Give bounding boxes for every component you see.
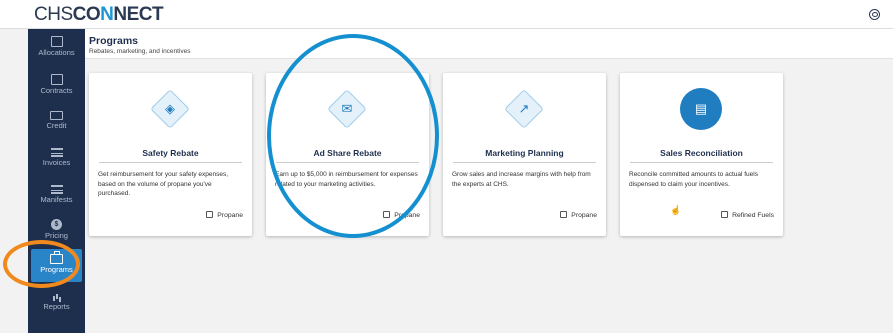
card-description: Reconcile committed amounts to actual fu… [629, 171, 758, 188]
card-tag-label: Propane [571, 212, 597, 219]
card-title: Safety Rebate [142, 148, 199, 158]
document-icon [50, 74, 63, 85]
sidebar-item-label: Manifests [40, 195, 73, 204]
program-card-safety-rebate[interactable]: ◈ Safety Rebate Get reimbursement for yo… [89, 73, 252, 236]
program-card-marketing-planning[interactable]: ↗ Marketing Planning Grow sales and incr… [443, 73, 606, 236]
sidebar-item-label: Reports [43, 302, 70, 311]
page-subtitle: Rebates, marketing, and incentives [89, 48, 191, 55]
card-description: Get reimbursement for your safety expens… [98, 171, 229, 197]
card-divider [453, 162, 596, 163]
sidebar-item-label: Contracts [40, 86, 73, 95]
invoice-icon [50, 148, 63, 157]
orange-highlight-ring [3, 240, 80, 288]
logo-suffix: NECT [113, 4, 164, 25]
sidebar-item-credit[interactable]: Credit [28, 108, 85, 140]
flame-icon: ◈ [149, 88, 191, 130]
card-tag: Refined Fuels [721, 211, 774, 219]
ledger-icon: ▤ [680, 88, 722, 130]
sidebar-item-label: Invoices [42, 158, 71, 167]
sidebar-item-label: Credit [46, 121, 67, 130]
sidebar-item-manifests[interactable]: Manifests [28, 182, 85, 214]
card-description: Grow sales and increase margins with hel… [452, 171, 591, 188]
top-bar: CHSCONNECT [0, 0, 893, 29]
blue-highlight-circle [267, 34, 439, 238]
card-divider [630, 162, 773, 163]
card-title: Marketing Planning [485, 148, 564, 158]
card-tag: Propane [560, 211, 597, 219]
sidebar-item-label: Allocations [38, 48, 75, 57]
user-icon[interactable] [869, 9, 880, 20]
bar-chart-icon [51, 290, 63, 301]
logo-n: N [100, 4, 114, 25]
credit-card-icon [50, 111, 63, 120]
fuel-icon [50, 36, 63, 47]
propane-tank-icon [560, 211, 568, 218]
card-tag-label: Propane [217, 212, 243, 219]
fuel-pump-icon [721, 211, 729, 218]
sidebar-item-allocations[interactable]: Allocations [28, 33, 85, 65]
manifest-icon [50, 185, 63, 194]
dollar-icon: $ [51, 219, 62, 230]
propane-tank-icon [206, 211, 214, 218]
card-title: Sales Reconciliation [660, 148, 743, 158]
trend-chart-icon: ↗ [503, 88, 545, 130]
page-title: Programs [89, 35, 139, 47]
chs-connect-logo[interactable]: CHSCONNECT [34, 4, 164, 26]
sidebar-item-invoices[interactable]: Invoices [28, 145, 85, 177]
card-tag-label: Refined Fuels [732, 212, 774, 219]
logo-prefix: CHS [34, 4, 73, 25]
card-tag: Propane [206, 211, 243, 219]
sidebar-item-reports[interactable]: Reports [28, 287, 85, 319]
card-divider [99, 162, 242, 163]
logo-mid: CO [72, 4, 101, 25]
program-card-sales-reconciliation[interactable]: ▤ Sales Reconciliation Reconcile committ… [620, 73, 783, 236]
hand-pointer-icon: ☝ [670, 205, 682, 215]
page-header [85, 29, 893, 59]
sidebar-item-contracts[interactable]: Contracts [28, 71, 85, 103]
